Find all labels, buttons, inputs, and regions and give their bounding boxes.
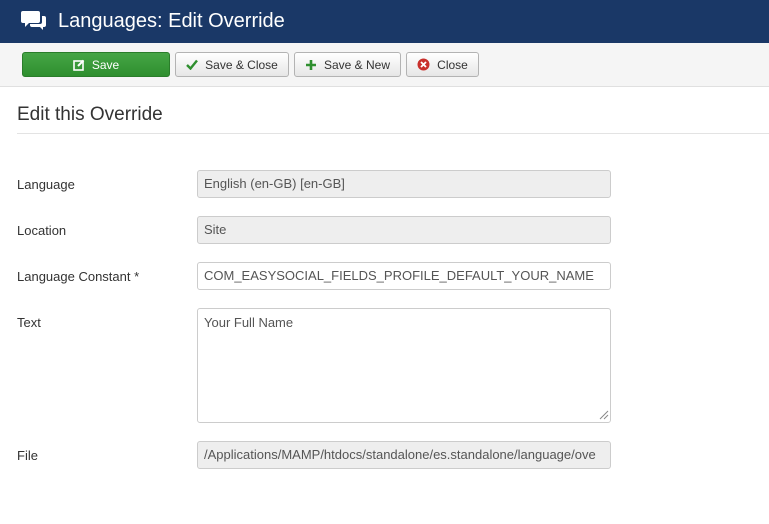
save-button-label: Save bbox=[91, 57, 120, 72]
save-button[interactable]: Save bbox=[22, 52, 170, 77]
save-close-button[interactable]: Save & Close bbox=[175, 52, 289, 77]
text-textarea[interactable]: Your Full Name bbox=[197, 308, 611, 423]
resize-grip-icon[interactable] bbox=[598, 409, 609, 420]
page-header-title: Languages: Edit Override bbox=[58, 10, 285, 32]
close-button[interactable]: Close bbox=[406, 52, 479, 77]
text-label: Text bbox=[17, 315, 41, 330]
file-label: File bbox=[17, 448, 38, 463]
location-field: Site bbox=[197, 216, 611, 244]
page-title: Edit this Override bbox=[17, 104, 163, 125]
plus-icon bbox=[305, 59, 316, 70]
title-divider bbox=[17, 133, 769, 134]
language-constant-input[interactable]: COM_EASYSOCIAL_FIELDS_PROFILE_DEFAULT_YO… bbox=[197, 262, 611, 290]
location-label: Location bbox=[17, 223, 67, 238]
page-header: Languages: Edit Override bbox=[0, 0, 769, 43]
close-button-label: Close bbox=[437, 57, 468, 72]
edit-icon bbox=[73, 59, 85, 71]
save-new-button[interactable]: Save & New bbox=[294, 52, 401, 77]
checkmark-icon bbox=[186, 59, 199, 70]
save-new-button-label: Save & New bbox=[323, 57, 391, 72]
language-constant-label: Language Constant * bbox=[17, 269, 140, 284]
language-field: English (en-GB) [en-GB] bbox=[197, 170, 611, 198]
comments-icon bbox=[21, 11, 46, 30]
cancel-circle-icon bbox=[417, 58, 430, 71]
toolbar: Save Save & Close Save & New Close bbox=[0, 43, 769, 87]
file-field: /Applications/MAMP/htdocs/standalone/es.… bbox=[197, 441, 611, 469]
save-close-button-label: Save & Close bbox=[205, 57, 278, 72]
language-label: Language bbox=[17, 177, 75, 192]
